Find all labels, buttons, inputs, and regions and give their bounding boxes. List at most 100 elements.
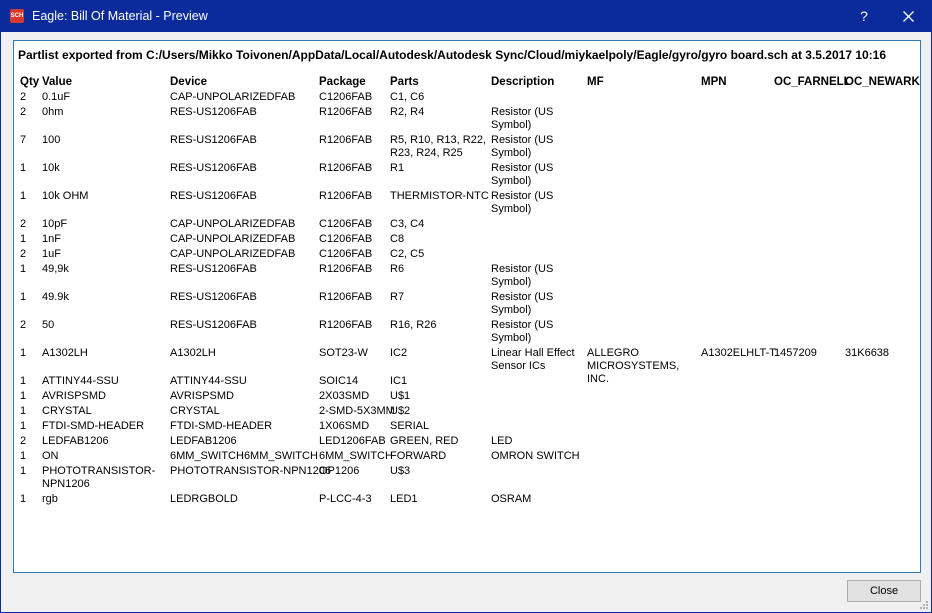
cell-device: FTDI-SMD-HEADER xyxy=(170,420,273,432)
cell-description: OSRAM xyxy=(491,493,532,505)
cell-value: ON xyxy=(42,450,59,462)
cell-device: PHOTOTRANSISTOR-NPN1206 xyxy=(170,465,331,477)
cell-value: 100 xyxy=(42,134,61,146)
cell-qty: 1 xyxy=(20,405,27,417)
cell-description: Linear Hall Effect Sensor ICs xyxy=(491,347,575,372)
title-bar[interactable]: SCH Eagle: Bill Of Material - Preview ? xyxy=(1,1,931,32)
cell-device: ATTINY44-SSU xyxy=(170,375,247,387)
cell-parts: LED1 xyxy=(390,493,418,505)
cell-qty: 1 xyxy=(20,465,27,477)
cell-package: 2-SMD-5X3MM xyxy=(319,405,395,417)
cell-package: R1206FAB xyxy=(319,162,373,174)
cell-oc-farnell: 1457209 xyxy=(774,347,817,359)
close-button[interactable]: Close xyxy=(847,580,921,602)
window-title: Eagle: Bill Of Material - Preview xyxy=(32,9,208,23)
cell-parts: IC2 xyxy=(390,347,408,359)
cell-device: RES-US1206FAB xyxy=(170,263,257,275)
column-header-device: Device xyxy=(170,76,208,88)
cell-value: A1302LH xyxy=(42,347,88,359)
cell-value: 10k OHM xyxy=(42,190,89,202)
column-header-mf: MF xyxy=(587,76,604,88)
cell-qty: 1 xyxy=(20,493,27,505)
cell-package: R1206FAB xyxy=(319,190,373,202)
column-header-parts: Parts xyxy=(390,76,419,88)
cell-package: LED1206FAB xyxy=(319,435,386,447)
table-row: 1 49,9k RES-US1206FAB R1206FAB R6 Resistor (U… xyxy=(14,263,920,291)
cell-qty: 1 xyxy=(20,375,27,387)
cell-parts: SERIAL xyxy=(390,420,430,432)
cell-value: rgb xyxy=(42,493,58,505)
table-row: 2 0hm RES-US1206FAB R1206FAB R2, R4 Resistor … xyxy=(14,106,920,134)
cell-value: 50 xyxy=(42,319,55,331)
cell-package: SOT23-W xyxy=(319,347,368,359)
cell-package: SOIC14 xyxy=(319,375,359,387)
cell-parts: R16, R26 xyxy=(390,319,437,331)
cell-value: 10pF xyxy=(42,218,68,230)
cell-qty: 2 xyxy=(20,91,27,103)
table-row: 1 rgb LEDRGBOLD P-LCC-4-3 LED1 OSRAM xyxy=(14,493,920,521)
cell-value: ATTINY44-SSU xyxy=(42,375,119,387)
cell-device: RES-US1206FAB xyxy=(170,162,257,174)
cell-value: 49,9k xyxy=(42,263,69,275)
cell-value: 1uF xyxy=(42,248,61,260)
cell-description: Resistor (US Symbol) xyxy=(491,263,554,288)
cell-device: CAP-UNPOLARIZEDFAB xyxy=(170,248,296,260)
cell-description: Resistor (US Symbol) xyxy=(491,134,554,159)
cell-parts: FORWARD xyxy=(390,450,447,462)
cell-value: AVRISPSMD xyxy=(42,390,106,402)
cell-device: RES-US1206FAB xyxy=(170,291,257,303)
resize-grip-icon[interactable] xyxy=(919,600,929,610)
help-button[interactable]: ? xyxy=(849,1,879,32)
cell-parts: C3, C4 xyxy=(390,218,425,230)
partlist-panel[interactable]: Partlist exported from C:/Users/Mikko To… xyxy=(13,40,921,573)
cell-parts: GREEN, RED xyxy=(390,435,459,447)
window-close-button[interactable] xyxy=(893,1,923,32)
cell-parts: R2, R4 xyxy=(390,106,425,118)
cell-device: LEDRGBOLD xyxy=(170,493,238,505)
cell-qty: 1 xyxy=(20,190,27,202)
cell-qty: 1 xyxy=(20,263,27,275)
cell-package: C1206FAB xyxy=(319,233,373,245)
cell-parts: U$2 xyxy=(390,405,411,417)
cell-qty: 2 xyxy=(20,435,27,447)
column-header-description: Description xyxy=(491,76,555,88)
cell-package: C1206FAB xyxy=(319,91,373,103)
cell-qty: 2 xyxy=(20,218,27,230)
cell-device: CRYSTAL xyxy=(170,405,220,417)
cell-device: RES-US1206FAB xyxy=(170,190,257,202)
table-row: 1 10k OHM RES-US1206FAB R1206FAB THERMISTOR-… xyxy=(14,190,920,218)
cell-qty: 1 xyxy=(20,420,27,432)
column-header-oc-farnell: OC_FARNELL xyxy=(774,76,851,88)
cell-device: A1302LH xyxy=(170,347,216,359)
cell-device: CAP-UNPOLARIZEDFAB xyxy=(170,233,296,245)
cell-parts: THERMISTOR-NTC xyxy=(390,190,489,202)
cell-package: 2X03SMD xyxy=(319,390,370,402)
cell-package: P-LCC-4-3 xyxy=(319,493,372,505)
cell-value: 0.1uF xyxy=(42,91,71,103)
cell-qty: 1 xyxy=(20,233,27,245)
cell-qty: 1 xyxy=(20,347,27,359)
table-row: 7 100 RES-US1206FAB R1206FAB R5, R10, R13, R… xyxy=(14,134,920,162)
table-row: 1 A1302LH A1302LH SOT23-W IC2 Linear Hall Eff… xyxy=(14,347,920,385)
cell-parts: U$1 xyxy=(390,390,411,402)
cell-parts: R1 xyxy=(390,162,405,174)
cell-value: 0hm xyxy=(42,106,64,118)
cell-device: 6MM_SWITCH6MM_SWITCH xyxy=(170,450,318,462)
cell-parts: R7 xyxy=(390,291,405,303)
cell-qty: 2 xyxy=(20,319,27,331)
cell-device: CAP-UNPOLARIZEDFAB xyxy=(170,218,296,230)
cell-value: 10k xyxy=(42,162,60,174)
cell-description: OMRON SWITCH xyxy=(491,450,580,462)
cell-device: RES-US1206FAB xyxy=(170,106,257,118)
cell-description: Resistor (US Symbol) xyxy=(491,106,554,131)
cell-qty: 7 xyxy=(20,134,27,146)
cell-package: R1206FAB xyxy=(319,106,373,118)
cell-qty: 1 xyxy=(20,450,27,462)
partlist-heading: Partlist exported from C:/Users/Mikko To… xyxy=(18,48,887,62)
cell-value: CRYSTAL xyxy=(42,405,92,417)
cell-value: PHOTOTRANSISTOR-NPN1206 xyxy=(42,465,156,490)
cell-qty: 1 xyxy=(20,390,27,402)
table-row: 1 49.9k RES-US1206FAB R1206FAB R7 Resistor (U… xyxy=(14,291,920,319)
cell-package: R1206FAB xyxy=(319,291,373,303)
cell-parts: C1, C6 xyxy=(390,91,425,103)
